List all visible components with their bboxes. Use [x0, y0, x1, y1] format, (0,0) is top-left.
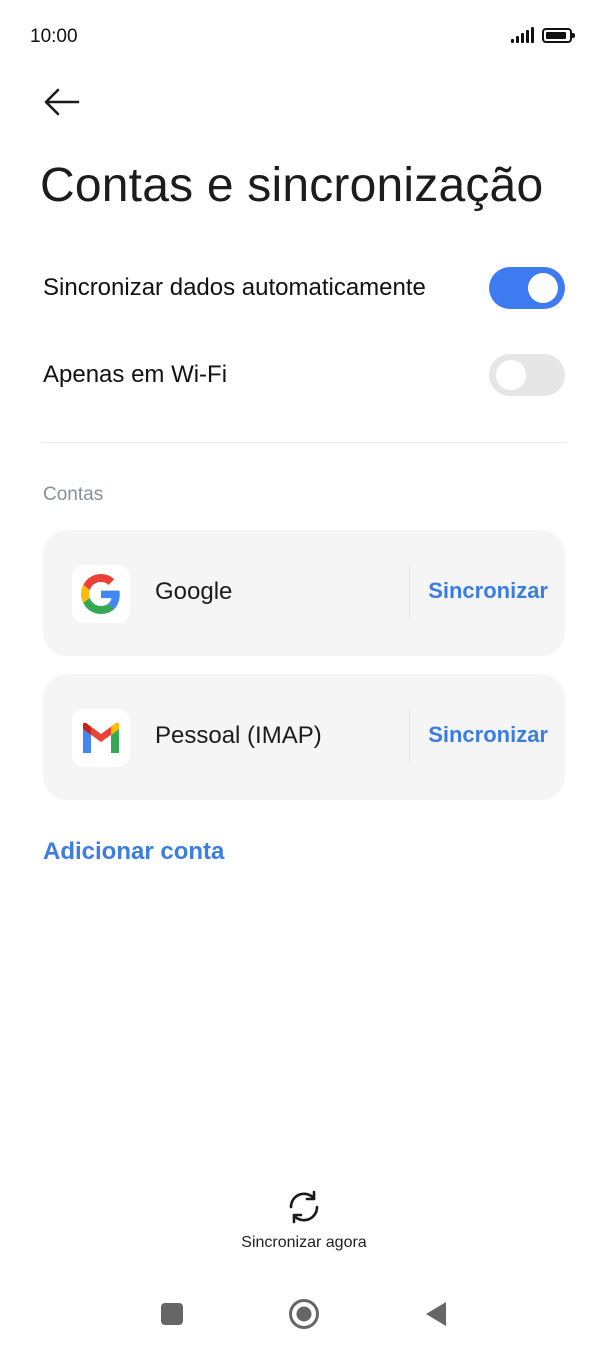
battery-icon: [542, 27, 575, 43]
signal-icon: [511, 27, 534, 43]
auto-sync-toggle[interactable]: [489, 267, 565, 309]
gmail-icon: [72, 709, 130, 767]
separator: [409, 566, 410, 618]
arrow-left-icon: [44, 88, 80, 116]
home-button[interactable]: [284, 1294, 324, 1334]
status-time: 10:00: [30, 26, 78, 47]
recents-icon: [161, 1303, 183, 1325]
sync-google-button[interactable]: Sincronizar: [428, 578, 548, 604]
status-icons: [511, 27, 575, 43]
account-card-imap[interactable]: Pessoal (IMAP) Sincronizar: [43, 674, 565, 800]
accounts-section-label: Contas: [43, 484, 104, 505]
account-name: Pessoal (IMAP): [155, 722, 322, 749]
sync-now-button[interactable]: Sincronizar agora: [204, 1188, 404, 1252]
nav-back-button[interactable]: [416, 1294, 456, 1334]
back-button[interactable]: [40, 82, 84, 122]
back-icon: [426, 1302, 446, 1326]
separator: [409, 710, 410, 762]
page-title: Contas e sincronização: [40, 159, 544, 212]
sync-imap-button[interactable]: Sincronizar: [428, 722, 548, 748]
account-card-google[interactable]: Google Sincronizar: [43, 530, 565, 656]
recents-button[interactable]: [152, 1294, 192, 1334]
divider: [43, 442, 565, 443]
auto-sync-label: Sincronizar dados automaticamente: [43, 274, 426, 301]
wifi-only-toggle[interactable]: [489, 354, 565, 396]
account-name: Google: [155, 578, 233, 605]
sync-icon: [289, 1190, 319, 1224]
sync-now-label: Sincronizar agora: [241, 1234, 367, 1251]
home-icon: [289, 1299, 319, 1329]
google-icon: [72, 565, 130, 623]
add-account-link[interactable]: Adicionar conta: [43, 838, 224, 866]
wifi-only-label: Apenas em Wi-Fi: [43, 361, 228, 388]
